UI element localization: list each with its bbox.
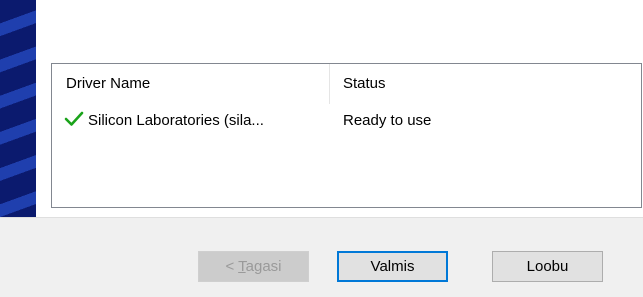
finish-button[interactable]: Valmis <box>337 251 448 282</box>
driver-status-cell: Ready to use <box>343 112 432 129</box>
column-header-driver-name[interactable]: Driver Name <box>52 64 330 104</box>
back-button-rest: agasi <box>245 258 282 275</box>
column-header-status[interactable]: Status <box>330 64 641 104</box>
back-button-prefix: < <box>225 258 239 275</box>
checkmark-icon <box>64 110 84 128</box>
cancel-button[interactable]: Loobu <box>492 251 603 282</box>
wizard-footer: < Tagasi Valmis Loobu <box>0 217 643 297</box>
driver-list: Driver Name Status Silicon Laboratories … <box>51 63 642 208</box>
wizard-side-banner <box>0 0 36 217</box>
driver-name-cell: Silicon Laboratories (sila... <box>64 109 330 133</box>
list-item[interactable]: Silicon Laboratories (sila... Ready to u… <box>52 109 641 133</box>
back-button[interactable]: < Tagasi <box>198 251 309 282</box>
back-button-mnemonic: T <box>238 258 246 275</box>
driver-name-text: Silicon Laboratories (sila... <box>88 112 264 129</box>
driver-list-header: Driver Name Status <box>52 64 641 104</box>
